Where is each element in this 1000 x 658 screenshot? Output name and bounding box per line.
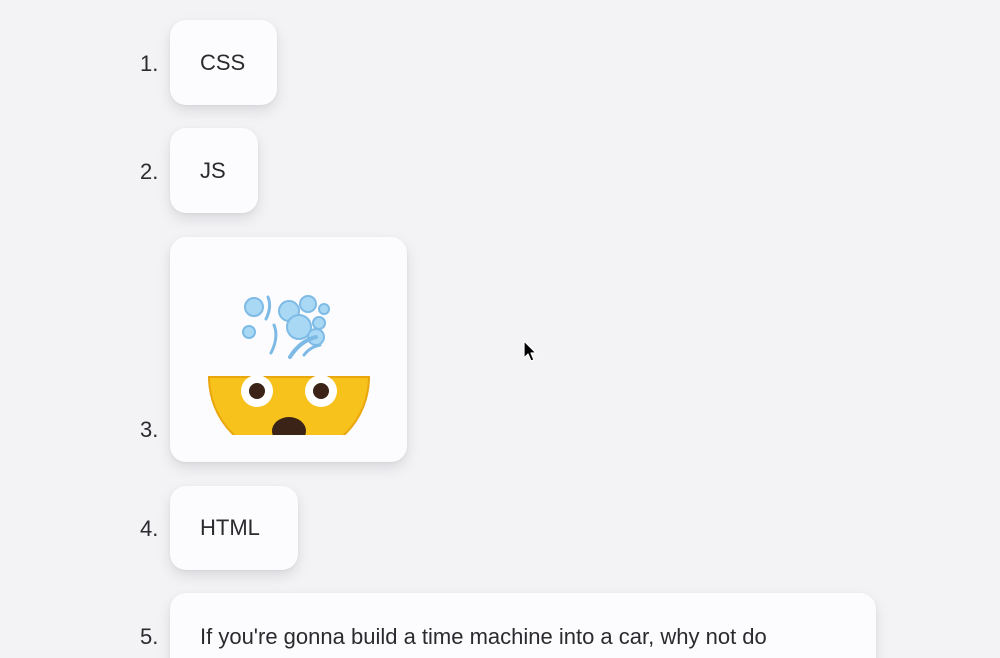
list-number: 3. [140,417,159,442]
list-card-js[interactable]: JS [170,128,258,213]
card-label: If you're gonna build a time machine int… [200,624,767,649]
list-card-css[interactable]: CSS [170,20,277,105]
list-card-emoji[interactable] [170,237,407,462]
exploding-head-icon [207,294,370,435]
card-label: JS [200,157,226,183]
ordered-list: 1. CSS 2. JS 3. 4. HTML 5. If you're gon… [0,0,1000,658]
card-label: CSS [200,49,246,75]
list-number: 5. [140,624,159,649]
card-label: HTML [200,515,260,540]
mouse-cursor-icon [523,340,537,362]
list-card-time-machine[interactable]: If you're gonna build a time machine int… [170,593,876,658]
list-number: 4. [140,516,159,541]
list-number: 2. [140,159,159,184]
list-number: 1. [140,51,159,76]
list-card-html[interactable]: HTML [170,486,298,570]
